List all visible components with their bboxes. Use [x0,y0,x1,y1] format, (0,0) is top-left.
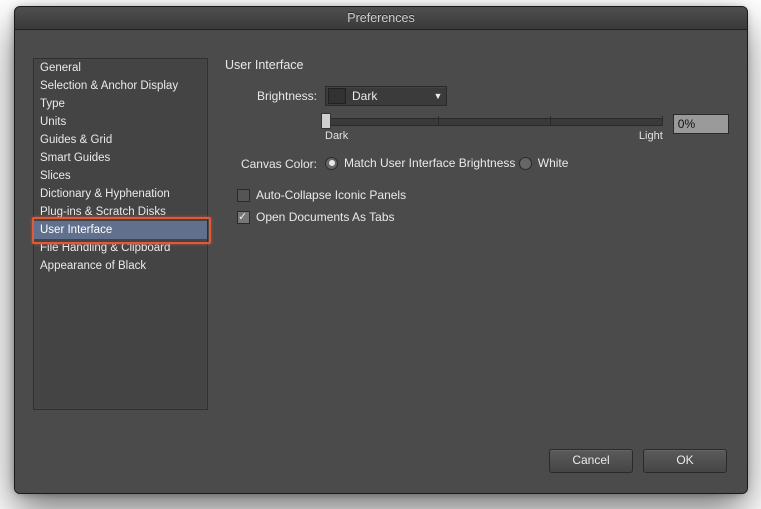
checkbox-icon [237,211,250,224]
sidebar-item[interactable]: Units [34,113,207,131]
sidebar-item[interactable]: Slices [34,167,207,185]
canvas-color-label: Canvas Color: [225,156,325,171]
brightness-percent-field[interactable]: 0% [673,114,729,134]
sidebar-item[interactable]: Selection & Anchor Display [34,77,207,95]
sidebar-item[interactable]: General [34,59,207,77]
brightness-slider[interactable] [325,118,663,126]
radio-label: Match User Interface Brightness [344,156,515,170]
radio-label: White [538,156,569,170]
auto-collapse-checkbox[interactable]: Auto-Collapse Iconic Panels [237,188,406,202]
slider-max-label: Light [639,130,663,142]
radio-icon [519,157,532,170]
sidebar-item[interactable]: User Interface [34,221,207,239]
sidebar-item[interactable]: Appearance of Black [34,257,207,275]
slider-thumb[interactable] [321,113,331,129]
preferences-window: Preferences GeneralSelection & Anchor Di… [14,6,748,494]
ok-button[interactable]: OK [643,449,727,473]
sidebar-item[interactable]: Plug-ins & Scratch Disks [34,203,207,221]
sidebar-item[interactable]: File Handling & Clipboard [34,239,207,257]
canvas-color-radio-white[interactable]: White [519,156,569,170]
slider-min-label: Dark [325,130,348,142]
brightness-value: Dark [352,89,430,103]
sidebar-item[interactable]: Guides & Grid [34,131,207,149]
checkbox-label: Open Documents As Tabs [256,210,395,224]
brightness-label: Brightness: [225,89,325,103]
brightness-swatch [328,88,346,104]
sidebar-item[interactable]: Type [34,95,207,113]
checkbox-label: Auto-Collapse Iconic Panels [256,188,406,202]
category-list: GeneralSelection & Anchor DisplayTypeUni… [33,58,208,410]
window-title: Preferences [15,7,747,30]
panel-title: User Interface [225,58,729,72]
cancel-button[interactable]: Cancel [549,449,633,473]
open-as-tabs-checkbox[interactable]: Open Documents As Tabs [237,210,395,224]
radio-icon [325,157,338,170]
sidebar-item[interactable]: Smart Guides [34,149,207,167]
checkbox-icon [237,189,250,202]
sidebar-item[interactable]: Dictionary & Hyphenation [34,185,207,203]
canvas-color-radio-match[interactable]: Match User Interface Brightness [325,156,515,170]
brightness-dropdown[interactable]: Dark ▼ [325,86,447,106]
chevron-down-icon: ▼ [430,91,446,101]
